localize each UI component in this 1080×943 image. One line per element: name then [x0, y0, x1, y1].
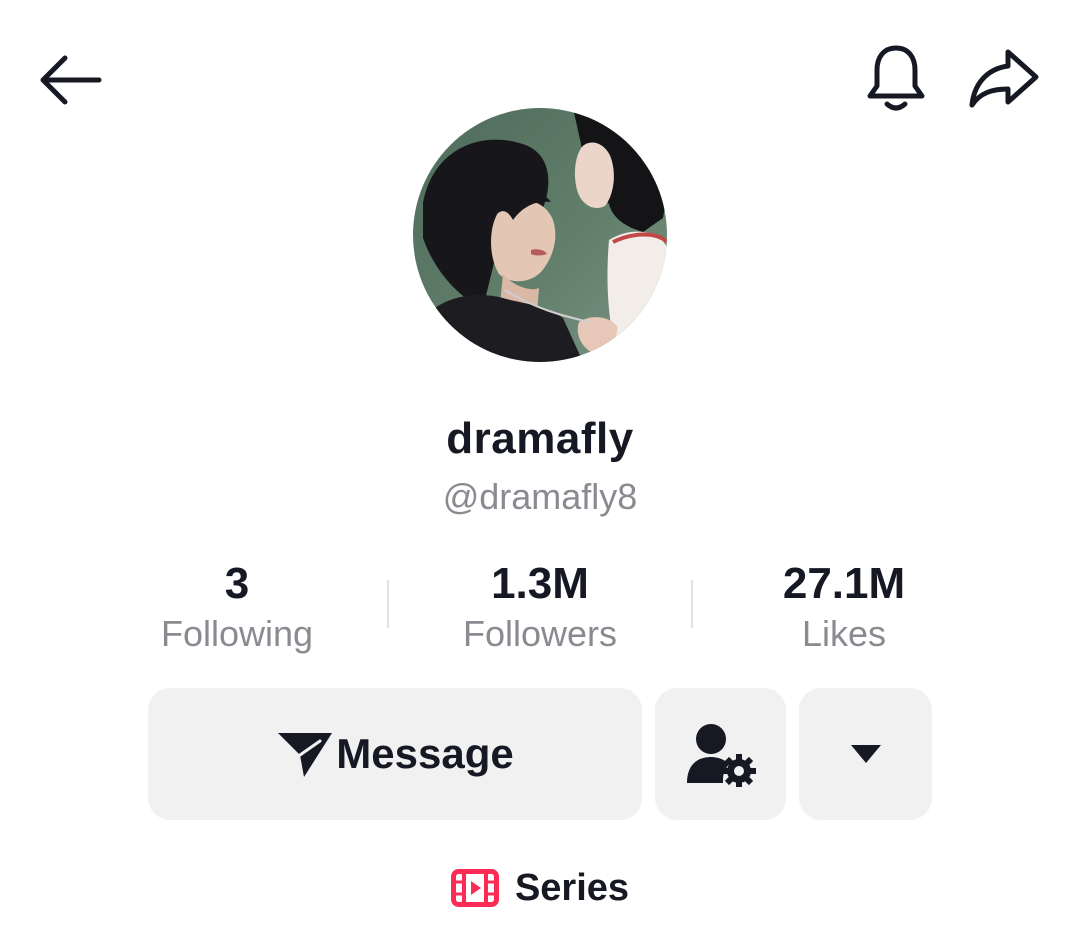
tab-series-label: Series [514, 866, 630, 909]
bell-icon [867, 45, 925, 111]
stat-value: 3 [224, 559, 250, 608]
notification-bell-button[interactable] [856, 38, 936, 118]
stat-divider [691, 580, 693, 628]
stat-followers[interactable]: 1.3M Followers [390, 558, 690, 658]
tab-series[interactable]: Series [0, 858, 1080, 918]
stat-label: Followers [462, 613, 618, 654]
back-button[interactable] [30, 40, 110, 120]
film-strip-icon [450, 869, 499, 907]
user-gear-icon [686, 724, 756, 787]
arrow-left-icon [40, 55, 102, 105]
display-name: dramafly [446, 414, 634, 463]
username: @dramafly8 [442, 476, 638, 517]
profile-photo [413, 108, 667, 362]
stat-value: 27.1M [782, 559, 906, 608]
stat-likes[interactable]: 27.1M Likes [694, 558, 994, 658]
stat-label: Likes [801, 613, 887, 654]
friend-settings-button[interactable] [655, 688, 786, 820]
stat-label: Following [160, 613, 314, 654]
stat-value: 1.3M [491, 559, 589, 608]
more-options-button[interactable] [799, 688, 932, 820]
message-button-label: Message [336, 730, 514, 777]
message-button[interactable]: Message [148, 688, 642, 820]
paper-plane-icon [278, 733, 333, 777]
stat-divider [387, 580, 389, 628]
profile-avatar[interactable] [413, 108, 667, 362]
stat-following[interactable]: 3 Following [87, 558, 387, 658]
caret-down-icon [850, 745, 881, 763]
share-button[interactable] [962, 38, 1046, 118]
share-arrow-icon [969, 49, 1039, 108]
